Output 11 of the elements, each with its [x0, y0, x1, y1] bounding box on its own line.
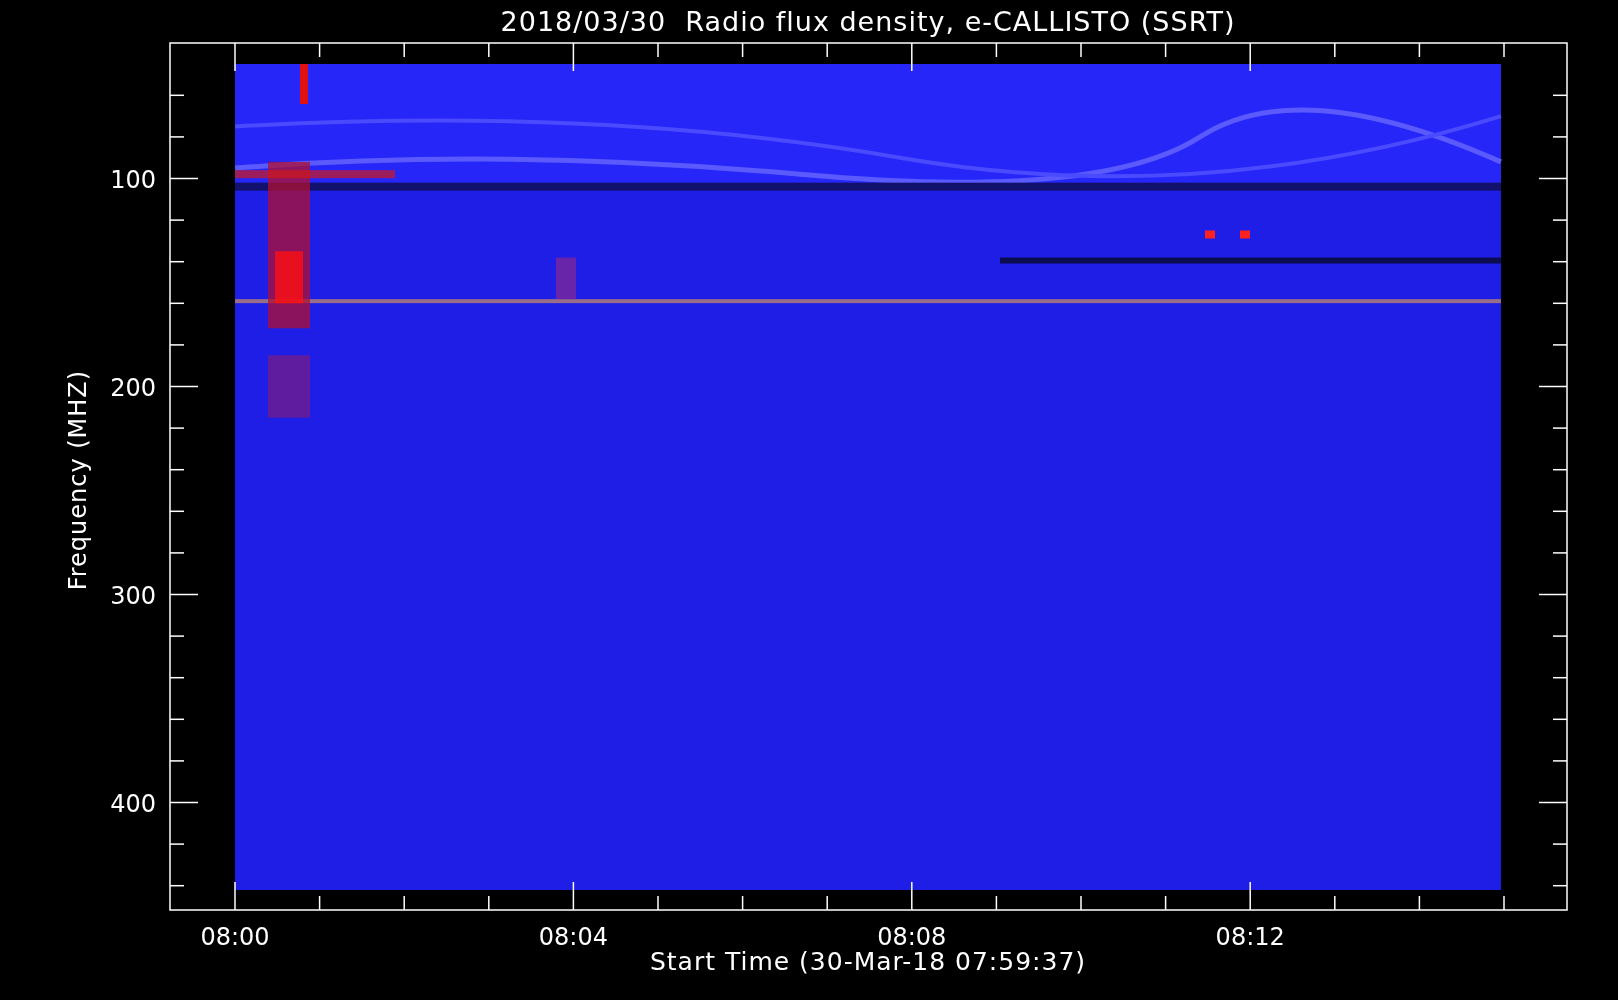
x-tick-label: 08:08	[877, 923, 947, 947]
x-tick-label: 08:12	[1215, 923, 1285, 947]
x-tick-label: 08:04	[538, 923, 608, 947]
y-axis-label: Frequency (MHZ)	[64, 369, 92, 591]
y-tick-label: 400	[110, 789, 156, 818]
y-tick-label: 300	[110, 581, 156, 610]
x-axis-label: Start Time (30-Mar-18 07:59:37)	[649, 947, 1087, 976]
y-tick-label: 100	[110, 165, 156, 194]
x-tick-label: 08:00	[200, 923, 270, 947]
y-tick-label: 200	[110, 373, 156, 402]
chart-title: 2018/03/30 Radio flux density, e-CALLISTO (SSRT)	[500, 5, 1236, 37]
